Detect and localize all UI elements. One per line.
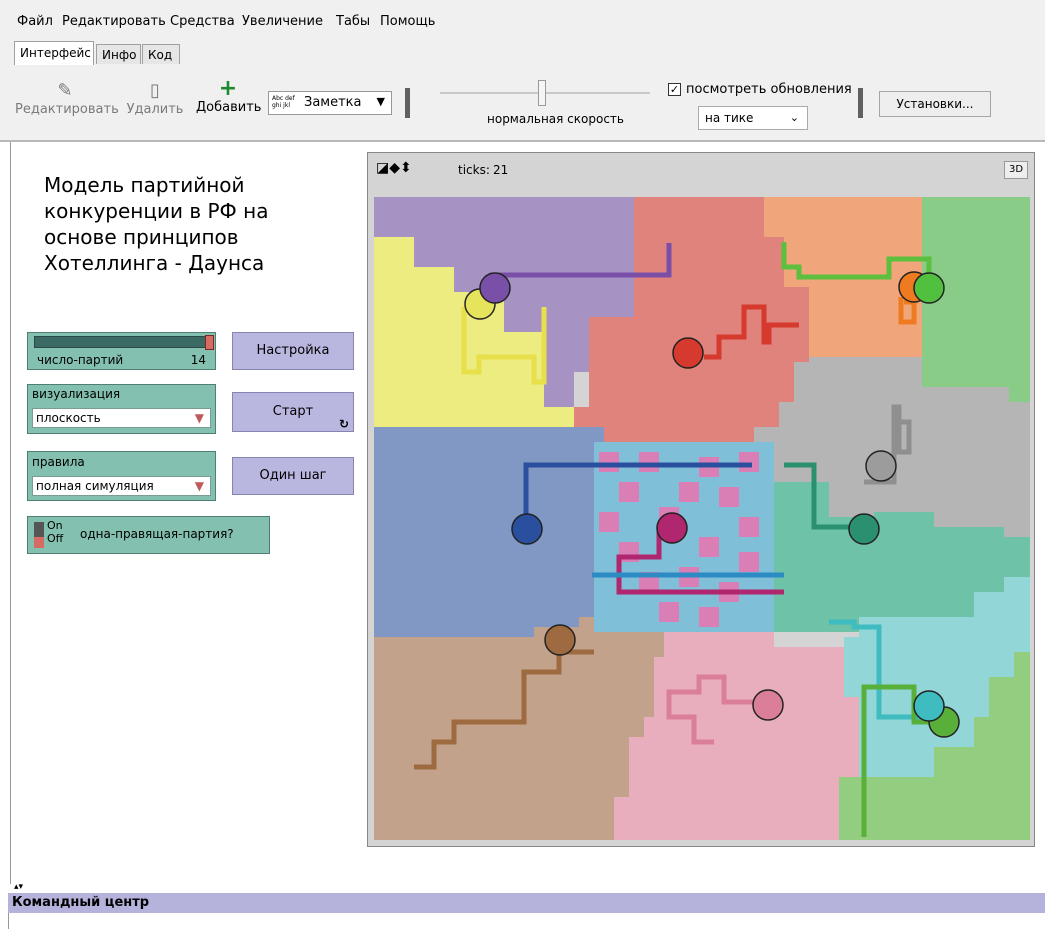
ruling-party-switch[interactable]: On Off одна-правящая-партия? bbox=[27, 516, 270, 554]
trash-icon: ▯ bbox=[150, 80, 160, 101]
party-agent-blue bbox=[511, 513, 543, 545]
party-agent-red bbox=[672, 337, 704, 369]
chooser-value: плоскость bbox=[36, 411, 101, 425]
territory-blue bbox=[374, 427, 604, 637]
view-updates-checkbox[interactable]: ✓ bbox=[668, 83, 681, 96]
chooser-value: полная симуляция bbox=[36, 479, 154, 493]
model-title-note: Модель партийной конкуренции в РФ на осн… bbox=[44, 173, 269, 275]
slider-label: число-партий bbox=[37, 353, 124, 367]
party-agent-pink bbox=[752, 689, 784, 721]
world-svg bbox=[374, 197, 1030, 840]
speed-label: нормальная скорость bbox=[487, 112, 624, 126]
party-count-slider[interactable]: число-партий 14 bbox=[27, 332, 216, 370]
menu-tools[interactable]: Средства bbox=[170, 14, 235, 29]
party-agent-cyan bbox=[913, 690, 945, 722]
chevron-down-icon: ⌄ bbox=[789, 111, 799, 124]
start-button[interactable]: Старт ↻ bbox=[232, 392, 354, 432]
command-output[interactable] bbox=[8, 913, 1045, 929]
menu-bar: Файл Редактировать Средства Увеличение Т… bbox=[0, 0, 1045, 36]
world-view: ◪◆⬍ ticks: 21 3D bbox=[367, 152, 1035, 847]
delete-button[interactable]: ▯ Удалить bbox=[126, 80, 184, 117]
update-mode-value: на тике bbox=[705, 111, 754, 125]
menu-file[interactable]: Файл bbox=[17, 14, 53, 29]
menu-tabs[interactable]: Табы bbox=[336, 14, 370, 29]
forever-icon: ↻ bbox=[338, 417, 349, 431]
rules-select[interactable]: полная симуляция ▼ bbox=[32, 476, 211, 496]
start-label: Старт bbox=[272, 404, 314, 419]
three-d-button[interactable]: 3D bbox=[1004, 161, 1028, 179]
switch-label: одна-правящая-партия? bbox=[80, 527, 234, 541]
delete-label: Удалить bbox=[126, 102, 184, 117]
edit-label: Редактировать bbox=[15, 102, 119, 117]
plus-icon: + bbox=[218, 76, 238, 101]
visualization-chooser[interactable]: визуализация плоскость ▼ bbox=[27, 384, 216, 434]
party-agent-gray bbox=[865, 450, 897, 482]
tab-code[interactable]: Код bbox=[142, 44, 180, 64]
chooser-label: визуализация bbox=[32, 387, 121, 401]
slider-track[interactable] bbox=[34, 336, 213, 348]
view-updates-label: посмотреть обновления bbox=[686, 82, 852, 97]
slider-value: 14 bbox=[190, 353, 206, 367]
splitter-arrows-icon[interactable]: ▴▾ bbox=[14, 882, 23, 892]
triangle-down-icon: ▼ bbox=[194, 411, 204, 425]
toolbar-separator bbox=[858, 88, 863, 118]
add-button[interactable]: + Добавить bbox=[196, 76, 262, 116]
settings-button[interactable]: Установки... bbox=[879, 91, 991, 117]
visualization-select[interactable]: плоскость ▼ bbox=[32, 408, 211, 428]
switch-on-label: On bbox=[47, 519, 63, 532]
command-center-title: Командный центр bbox=[8, 893, 1045, 913]
view-header: ◪◆⬍ ticks: 21 3D bbox=[368, 153, 1034, 185]
party-agent-magenta bbox=[656, 512, 688, 544]
tab-info[interactable]: Инфо bbox=[96, 44, 141, 64]
chevron-down-icon: ▼ bbox=[376, 95, 385, 108]
triangle-down-icon: ▼ bbox=[194, 479, 204, 493]
world-canvas[interactable] bbox=[374, 197, 1030, 840]
switch-knob[interactable] bbox=[34, 537, 44, 548]
chooser-label: правила bbox=[32, 455, 85, 469]
update-mode-dropdown[interactable]: на тике ⌄ bbox=[698, 106, 808, 130]
party-agent-brown bbox=[544, 624, 576, 656]
party-agent-green bbox=[913, 272, 945, 304]
tab-interface[interactable]: Интерфейс bbox=[14, 41, 94, 65]
menu-zoom[interactable]: Увеличение bbox=[242, 14, 323, 29]
tab-bar: Интерфейс Инфо Код bbox=[0, 36, 1045, 66]
toolbar: ✎ Редактировать ▯ Удалить + Добавить Abc… bbox=[0, 66, 1045, 142]
party-agent-teal bbox=[848, 513, 880, 545]
speed-slider-thumb[interactable] bbox=[538, 80, 546, 106]
note-icon: Abc def ghi jkl bbox=[272, 95, 295, 109]
setup-button[interactable]: Настройка bbox=[232, 332, 354, 370]
view-controls-icon[interactable]: ◪◆⬍ bbox=[376, 160, 412, 176]
pencil-icon: ✎ bbox=[57, 80, 73, 101]
edit-button[interactable]: ✎ Редактировать bbox=[15, 80, 119, 117]
toolbar-separator bbox=[405, 88, 410, 118]
step-button[interactable]: Один шаг bbox=[232, 457, 354, 495]
switch-track[interactable] bbox=[34, 522, 44, 548]
menu-help[interactable]: Помощь bbox=[380, 14, 435, 29]
widget-type-dropdown[interactable]: Abc def ghi jkl Заметка ▼ bbox=[268, 91, 392, 115]
rules-chooser[interactable]: правила полная симуляция ▼ bbox=[27, 451, 216, 501]
slider-thumb[interactable] bbox=[205, 335, 214, 350]
widget-type-value: Заметка bbox=[304, 95, 362, 110]
party-agent-purple bbox=[479, 272, 511, 304]
add-label: Добавить bbox=[196, 100, 262, 115]
switch-off-label: Off bbox=[47, 532, 64, 545]
ticks-value: 21 bbox=[493, 163, 509, 177]
ticks-label: ticks: bbox=[458, 163, 490, 177]
menu-edit[interactable]: Редактировать bbox=[62, 14, 166, 29]
